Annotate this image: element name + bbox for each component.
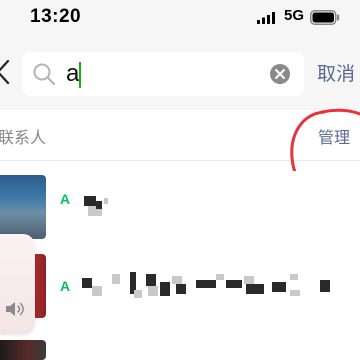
chevron-left-icon[interactable]	[0, 58, 10, 86]
section-title: 联系人	[0, 128, 47, 147]
search-icon	[33, 63, 56, 86]
contacts-section-header: 联系人 管理	[0, 110, 360, 161]
contact-row[interactable]	[0, 334, 360, 360]
battery-icon	[310, 10, 340, 25]
contact-search-screen: 13:20 5G a 取消 联系人 管理 A A	[0, 0, 360, 360]
contact-row[interactable]: A	[0, 171, 360, 243]
status-bar: 13:20 5G	[0, 0, 360, 38]
signal-bars-icon	[257, 12, 275, 24]
search-bar: a 取消	[0, 38, 360, 110]
status-time: 13:20	[30, 6, 82, 27]
avatar	[0, 340, 46, 360]
search-input[interactable]: a	[22, 52, 304, 96]
network-type: 5G	[284, 7, 305, 24]
contact-row[interactable]: A	[0, 250, 360, 330]
avatar	[0, 175, 46, 239]
cancel-button[interactable]: 取消	[317, 59, 355, 86]
name-highlight: A	[60, 191, 71, 207]
speaker-icon	[6, 302, 24, 316]
search-query-text: a	[66, 60, 80, 87]
volume-indicator	[0, 234, 35, 334]
name-highlight: A	[60, 278, 71, 294]
manage-button[interactable]: 管理	[318, 124, 350, 148]
clear-circle-icon[interactable]	[269, 63, 291, 85]
text-caret	[79, 62, 81, 88]
